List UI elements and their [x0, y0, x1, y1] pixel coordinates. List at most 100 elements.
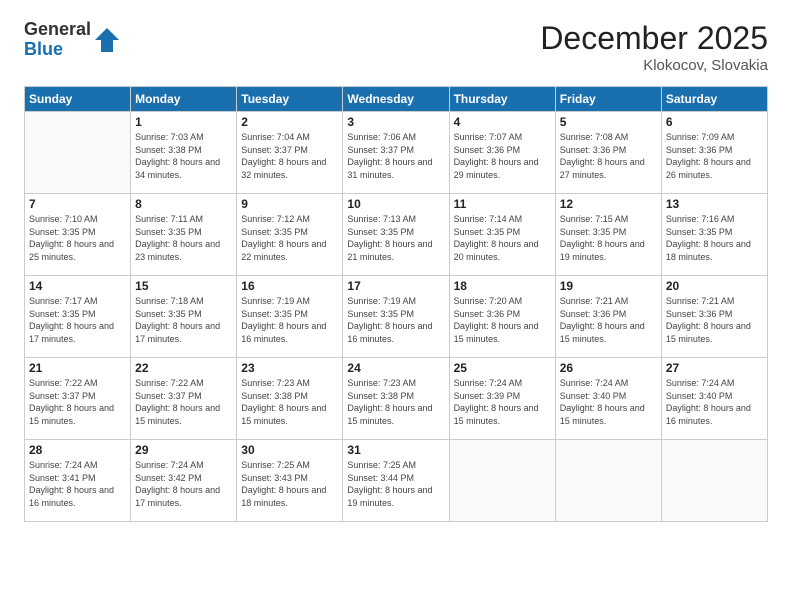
sunrise-time: Sunrise: 7:19 AM: [347, 296, 416, 306]
sunset-time: Sunset: 3:35 PM: [29, 309, 96, 319]
day-number: 1: [135, 115, 232, 129]
day-number: 7: [29, 197, 126, 211]
sunrise-time: Sunrise: 7:18 AM: [135, 296, 204, 306]
table-row: 25 Sunrise: 7:24 AM Sunset: 3:39 PM Dayl…: [449, 358, 555, 440]
table-row: 24 Sunrise: 7:23 AM Sunset: 3:38 PM Dayl…: [343, 358, 449, 440]
daylight-hours: Daylight: 8 hours and 26 minutes.: [666, 157, 751, 180]
daylight-hours: Daylight: 8 hours and 18 minutes.: [241, 485, 326, 508]
sunset-time: Sunset: 3:36 PM: [560, 145, 627, 155]
day-number: 21: [29, 361, 126, 375]
header-wednesday: Wednesday: [343, 87, 449, 112]
table-row: 31 Sunrise: 7:25 AM Sunset: 3:44 PM Dayl…: [343, 440, 449, 522]
table-row: [555, 440, 661, 522]
logo: General Blue: [24, 20, 121, 60]
sunrise-time: Sunrise: 7:25 AM: [241, 460, 310, 470]
calendar-week-row: 1 Sunrise: 7:03 AM Sunset: 3:38 PM Dayli…: [25, 112, 768, 194]
sunrise-time: Sunrise: 7:24 AM: [560, 378, 629, 388]
sunrise-time: Sunrise: 7:19 AM: [241, 296, 310, 306]
sunset-time: Sunset: 3:36 PM: [666, 309, 733, 319]
month-title: December 2025: [540, 20, 768, 57]
day-info: Sunrise: 7:06 AM Sunset: 3:37 PM Dayligh…: [347, 131, 444, 181]
daylight-hours: Daylight: 8 hours and 27 minutes.: [560, 157, 645, 180]
calendar-week-row: 14 Sunrise: 7:17 AM Sunset: 3:35 PM Dayl…: [25, 276, 768, 358]
sunrise-time: Sunrise: 7:09 AM: [666, 132, 735, 142]
sunrise-time: Sunrise: 7:10 AM: [29, 214, 98, 224]
day-number: 3: [347, 115, 444, 129]
header: General Blue December 2025 Klokocov, Slo…: [24, 20, 768, 74]
table-row: 22 Sunrise: 7:22 AM Sunset: 3:37 PM Dayl…: [131, 358, 237, 440]
sunset-time: Sunset: 3:37 PM: [29, 391, 96, 401]
header-tuesday: Tuesday: [237, 87, 343, 112]
table-row: 10 Sunrise: 7:13 AM Sunset: 3:35 PM Dayl…: [343, 194, 449, 276]
sunset-time: Sunset: 3:35 PM: [347, 227, 414, 237]
day-info: Sunrise: 7:09 AM Sunset: 3:36 PM Dayligh…: [666, 131, 763, 181]
sunrise-time: Sunrise: 7:17 AM: [29, 296, 98, 306]
day-info: Sunrise: 7:20 AM Sunset: 3:36 PM Dayligh…: [454, 295, 551, 345]
logo-blue: Blue: [24, 40, 91, 60]
table-row: 7 Sunrise: 7:10 AM Sunset: 3:35 PM Dayli…: [25, 194, 131, 276]
day-info: Sunrise: 7:23 AM Sunset: 3:38 PM Dayligh…: [347, 377, 444, 427]
sunset-time: Sunset: 3:40 PM: [560, 391, 627, 401]
day-info: Sunrise: 7:23 AM Sunset: 3:38 PM Dayligh…: [241, 377, 338, 427]
day-number: 31: [347, 443, 444, 457]
daylight-hours: Daylight: 8 hours and 16 minutes.: [29, 485, 114, 508]
table-row: 12 Sunrise: 7:15 AM Sunset: 3:35 PM Dayl…: [555, 194, 661, 276]
daylight-hours: Daylight: 8 hours and 17 minutes.: [135, 485, 220, 508]
sunrise-time: Sunrise: 7:12 AM: [241, 214, 310, 224]
day-number: 20: [666, 279, 763, 293]
sunrise-time: Sunrise: 7:24 AM: [454, 378, 523, 388]
day-info: Sunrise: 7:22 AM Sunset: 3:37 PM Dayligh…: [29, 377, 126, 427]
day-number: 29: [135, 443, 232, 457]
daylight-hours: Daylight: 8 hours and 23 minutes.: [135, 239, 220, 262]
sunrise-time: Sunrise: 7:14 AM: [454, 214, 523, 224]
sunrise-time: Sunrise: 7:22 AM: [135, 378, 204, 388]
daylight-hours: Daylight: 8 hours and 15 minutes.: [29, 403, 114, 426]
table-row: [25, 112, 131, 194]
daylight-hours: Daylight: 8 hours and 34 minutes.: [135, 157, 220, 180]
day-number: 19: [560, 279, 657, 293]
day-number: 26: [560, 361, 657, 375]
daylight-hours: Daylight: 8 hours and 15 minutes.: [666, 321, 751, 344]
location: Klokocov, Slovakia: [540, 57, 768, 74]
sunset-time: Sunset: 3:35 PM: [347, 309, 414, 319]
table-row: 16 Sunrise: 7:19 AM Sunset: 3:35 PM Dayl…: [237, 276, 343, 358]
table-row: 13 Sunrise: 7:16 AM Sunset: 3:35 PM Dayl…: [661, 194, 767, 276]
sunset-time: Sunset: 3:36 PM: [454, 309, 521, 319]
sunrise-time: Sunrise: 7:21 AM: [666, 296, 735, 306]
day-info: Sunrise: 7:22 AM Sunset: 3:37 PM Dayligh…: [135, 377, 232, 427]
day-number: 30: [241, 443, 338, 457]
sunset-time: Sunset: 3:35 PM: [666, 227, 733, 237]
sunset-time: Sunset: 3:37 PM: [135, 391, 202, 401]
day-info: Sunrise: 7:17 AM Sunset: 3:35 PM Dayligh…: [29, 295, 126, 345]
title-block: December 2025 Klokocov, Slovakia: [540, 20, 768, 74]
sunset-time: Sunset: 3:37 PM: [241, 145, 308, 155]
day-number: 24: [347, 361, 444, 375]
sunrise-time: Sunrise: 7:24 AM: [666, 378, 735, 388]
daylight-hours: Daylight: 8 hours and 15 minutes.: [135, 403, 220, 426]
day-info: Sunrise: 7:07 AM Sunset: 3:36 PM Dayligh…: [454, 131, 551, 181]
daylight-hours: Daylight: 8 hours and 15 minutes.: [347, 403, 432, 426]
sunset-time: Sunset: 3:36 PM: [560, 309, 627, 319]
table-row: 26 Sunrise: 7:24 AM Sunset: 3:40 PM Dayl…: [555, 358, 661, 440]
table-row: 4 Sunrise: 7:07 AM Sunset: 3:36 PM Dayli…: [449, 112, 555, 194]
day-number: 6: [666, 115, 763, 129]
day-info: Sunrise: 7:10 AM Sunset: 3:35 PM Dayligh…: [29, 213, 126, 263]
day-number: 18: [454, 279, 551, 293]
sunset-time: Sunset: 3:38 PM: [241, 391, 308, 401]
table-row: 15 Sunrise: 7:18 AM Sunset: 3:35 PM Dayl…: [131, 276, 237, 358]
table-row: 19 Sunrise: 7:21 AM Sunset: 3:36 PM Dayl…: [555, 276, 661, 358]
daylight-hours: Daylight: 8 hours and 17 minutes.: [135, 321, 220, 344]
day-number: 12: [560, 197, 657, 211]
day-info: Sunrise: 7:21 AM Sunset: 3:36 PM Dayligh…: [666, 295, 763, 345]
sunrise-time: Sunrise: 7:04 AM: [241, 132, 310, 142]
logo-general: General: [24, 20, 91, 40]
sunset-time: Sunset: 3:41 PM: [29, 473, 96, 483]
sunrise-time: Sunrise: 7:23 AM: [347, 378, 416, 388]
day-info: Sunrise: 7:03 AM Sunset: 3:38 PM Dayligh…: [135, 131, 232, 181]
sunset-time: Sunset: 3:42 PM: [135, 473, 202, 483]
table-row: 8 Sunrise: 7:11 AM Sunset: 3:35 PM Dayli…: [131, 194, 237, 276]
daylight-hours: Daylight: 8 hours and 25 minutes.: [29, 239, 114, 262]
sunrise-time: Sunrise: 7:07 AM: [454, 132, 523, 142]
sunset-time: Sunset: 3:43 PM: [241, 473, 308, 483]
day-info: Sunrise: 7:19 AM Sunset: 3:35 PM Dayligh…: [241, 295, 338, 345]
